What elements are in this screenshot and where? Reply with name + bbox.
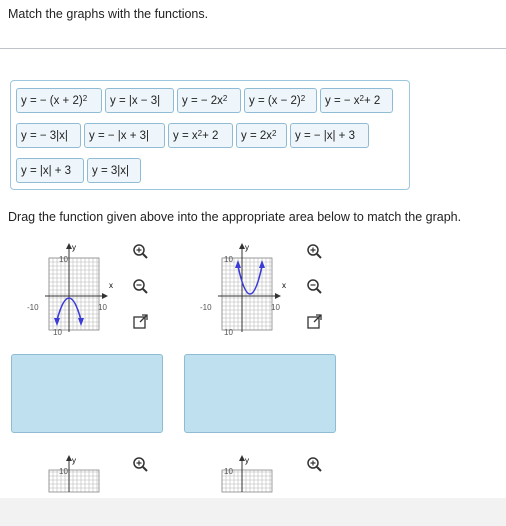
function-chip[interactable]: y = − |x| + 3 [290, 123, 369, 148]
y-axis-label: y [72, 456, 76, 465]
zoom-out-icon[interactable] [306, 278, 323, 295]
chip-text: y = x [173, 129, 198, 142]
zoom-in-icon[interactable] [306, 243, 323, 260]
x-axis-arrow [275, 293, 281, 299]
curve-end-arrow [235, 260, 241, 268]
chip-text: y = |x| + 3 [21, 164, 72, 177]
function-chip[interactable]: y = x2 + 2 [168, 123, 233, 148]
graph-2: y x 10 10 -10 10 [200, 243, 286, 336]
tick-label: -10 [27, 303, 39, 312]
function-chip[interactable]: y = (x − 2) 2 [244, 88, 317, 113]
graph-3: y 10 [48, 455, 100, 493]
tick-label: 10 [224, 328, 233, 336]
function-chip[interactable]: y = − x2 + 2 [320, 88, 393, 113]
x-axis-label: x [109, 281, 113, 290]
expand-icon[interactable] [306, 313, 323, 330]
chip-tail: + 2 [202, 129, 219, 142]
graph-1: y x 10 10 -10 10 [27, 243, 113, 336]
expand-icon[interactable] [132, 313, 149, 330]
drag-instruction: Drag the function given above into the a… [8, 210, 462, 224]
x-axis-label: x [282, 281, 286, 290]
function-chip[interactable]: y = − (x + 2) 2 [16, 88, 102, 113]
zoom-in-icon[interactable] [132, 456, 149, 473]
zoom-out-icon[interactable] [132, 278, 149, 295]
chip-exponent: 2 [197, 129, 203, 138]
divider [0, 48, 506, 49]
chip-text: y = − (x + 2) [21, 94, 83, 107]
function-chip[interactable]: y = |x − 3| [105, 88, 174, 113]
grid [48, 470, 99, 492]
chip-exponent: 2 [222, 94, 228, 103]
function-chip[interactable]: y = − 3|x| [16, 123, 81, 148]
chip-exponent: 2 [300, 94, 306, 103]
zoom-in-icon[interactable] [306, 456, 323, 473]
chip-text: y = 2x [241, 129, 273, 142]
zoom-in-icon[interactable] [132, 243, 149, 260]
chip-text: y = (x − 2) [249, 94, 301, 107]
tick-label: 10 [271, 303, 280, 312]
tick-label: 10 [224, 467, 233, 476]
chip-text: y = − x [325, 94, 360, 107]
chip-exponent: 2 [359, 94, 364, 103]
chip-text: y = − |x| + 3 [295, 129, 355, 142]
x-axis-arrow [102, 293, 108, 299]
footer-bar [0, 498, 506, 526]
function-chip[interactable]: y = 2x 2 [236, 123, 287, 148]
function-chip[interactable]: y = − 2x 2 [177, 88, 241, 113]
drop-zone-2[interactable] [184, 354, 336, 433]
tick-label: 10 [53, 328, 62, 336]
tick-label: 10 [224, 255, 233, 264]
grid [221, 257, 272, 331]
chip-text: y = |x − 3| [110, 94, 161, 107]
function-chip[interactable]: y = 3|x| [87, 158, 141, 183]
tick-label: 10 [59, 255, 68, 264]
instruction-text: Match the graphs with the functions. [8, 7, 209, 21]
tick-label: 10 [59, 467, 68, 476]
y-axis-label: y [245, 456, 249, 465]
tick-label: 10 [98, 303, 107, 312]
chip-exponent: 2 [82, 94, 88, 103]
function-chip[interactable]: y = − |x + 3| [84, 123, 165, 148]
chip-text: y = 3|x| [92, 164, 129, 177]
chip-text: y = − 2x [182, 94, 223, 107]
y-axis-label: y [72, 243, 76, 252]
function-bank: y = − (x + 2) 2 y = |x − 3| y = − 2x 2 y =… [10, 80, 410, 190]
chip-exponent: 2 [272, 129, 277, 138]
chip-text: y = − 3|x| [21, 129, 68, 142]
tick-label: -10 [200, 303, 212, 312]
chip-tail: + 2 [363, 94, 381, 107]
curve-end-arrow [259, 260, 265, 268]
y-axis-label: y [245, 243, 249, 252]
function-chip[interactable]: y = |x| + 3 [16, 158, 84, 183]
graph-4: y 10 [221, 455, 273, 493]
chip-text: y = − |x + 3| [89, 129, 149, 142]
drop-zone-1[interactable] [11, 354, 163, 433]
